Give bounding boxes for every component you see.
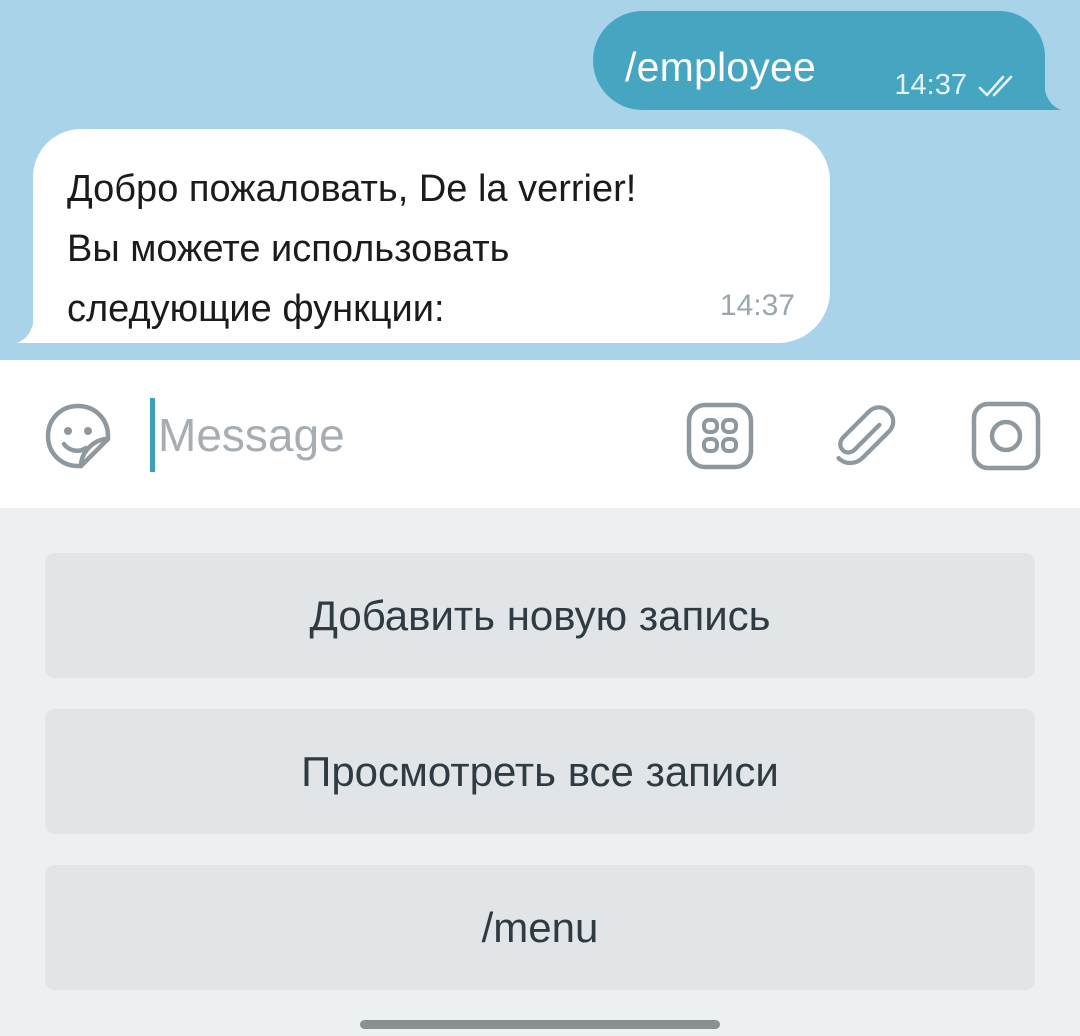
- bot-reply-keyboard: Добавить новую запись Просмотреть все за…: [0, 508, 1080, 1036]
- incoming-message-bubble[interactable]: Добро пожаловать, De la verrier! Вы може…: [17, 129, 830, 343]
- bubble-tail: [1035, 80, 1063, 110]
- view-all-records-button[interactable]: Просмотреть все записи: [45, 709, 1035, 834]
- text-cursor: [150, 398, 155, 472]
- incoming-message-text: Добро пожаловать, De la verrier! Вы може…: [67, 168, 637, 330]
- message-input[interactable]: [158, 398, 658, 472]
- camera-icon[interactable]: [968, 398, 1044, 474]
- paperclip-icon[interactable]: [826, 398, 902, 474]
- double-check-icon: [977, 71, 1021, 101]
- home-indicator[interactable]: [360, 1020, 720, 1029]
- incoming-message-time: 14:37: [719, 289, 795, 322]
- outgoing-message-meta: 14:37: [894, 69, 1021, 102]
- bot-keyboard-icon[interactable]: [682, 398, 758, 474]
- outgoing-message-time: 14:37: [894, 69, 967, 101]
- bubble-tail: [15, 313, 43, 343]
- sticker-icon[interactable]: [40, 398, 116, 474]
- add-new-record-button[interactable]: Добавить новую запись: [45, 553, 1035, 678]
- chat-area: /employee 14:37 Добро пожаловать, De la …: [0, 0, 1080, 360]
- menu-command-button[interactable]: /menu: [45, 865, 1035, 990]
- outgoing-message-bubble[interactable]: /employee 14:37: [593, 11, 1061, 110]
- message-input-bar: [0, 360, 1080, 508]
- outgoing-message-text: /employee: [625, 44, 816, 90]
